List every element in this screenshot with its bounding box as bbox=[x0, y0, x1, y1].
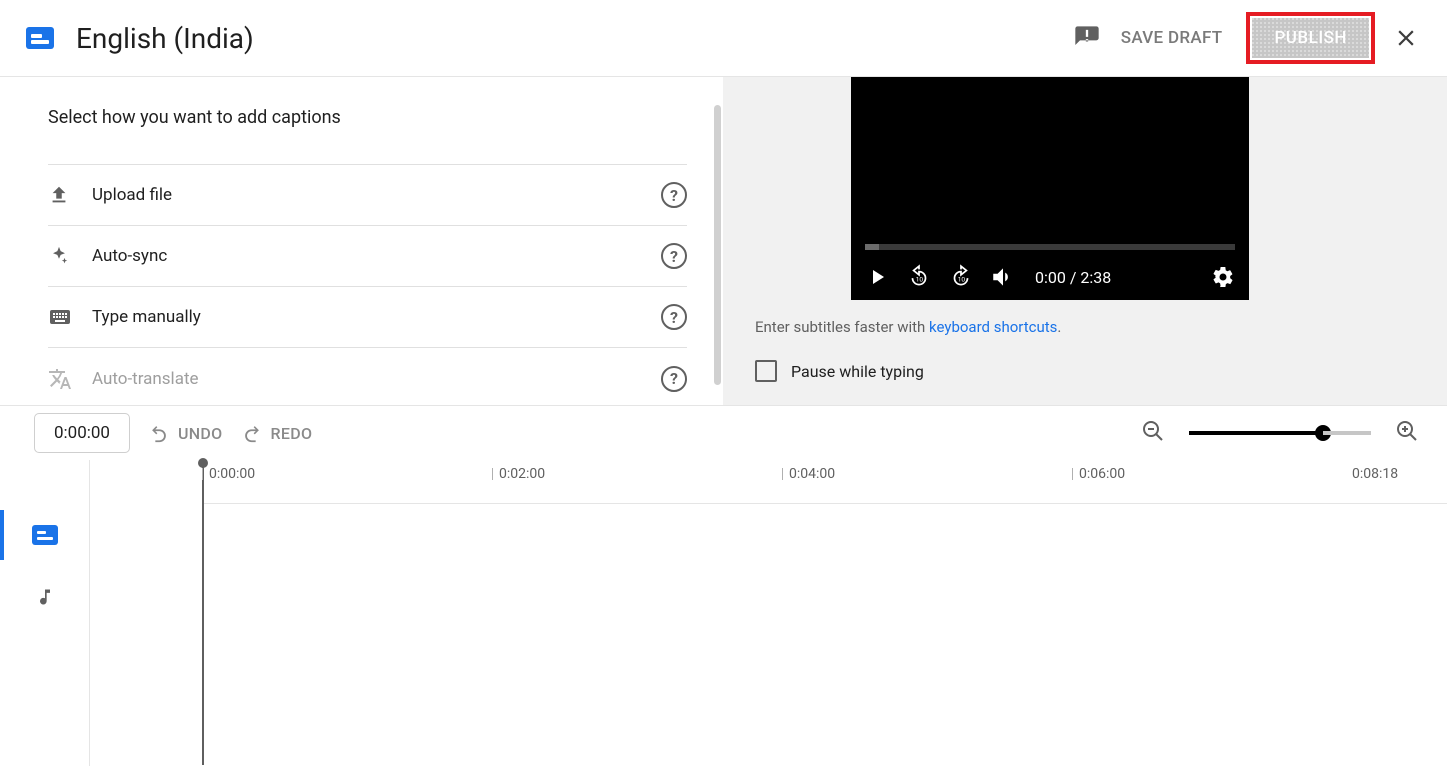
track-tab-captions[interactable] bbox=[0, 504, 89, 566]
caption-method-panel: Select how you want to add captions Uplo… bbox=[0, 77, 723, 405]
option-auto-sync[interactable]: Auto-sync ? bbox=[48, 226, 687, 287]
option-label: Auto-translate bbox=[92, 369, 661, 389]
music-note-icon bbox=[35, 586, 55, 608]
publish-button[interactable]: PUBLISH bbox=[1252, 18, 1369, 58]
video-player[interactable]: 10 10 0:00 / 2:38 bbox=[851, 77, 1249, 300]
svg-text:10: 10 bbox=[958, 275, 966, 283]
header: English (India) SAVE DRAFT PUBLISH bbox=[0, 0, 1447, 77]
caption-method-list: Upload file ? Auto-sync ? Type manually … bbox=[48, 164, 687, 405]
option-auto-translate: Auto-translate ? bbox=[48, 348, 687, 405]
panel-heading: Select how you want to add captions bbox=[48, 107, 687, 128]
track-tab-rail bbox=[0, 460, 90, 766]
option-type-manually[interactable]: Type manually ? bbox=[48, 287, 687, 348]
keyboard-shortcuts-link[interactable]: keyboard shortcuts bbox=[929, 318, 1057, 336]
language-title: English (India) bbox=[76, 22, 254, 55]
option-label: Upload file bbox=[92, 185, 661, 205]
zoom-in-icon[interactable] bbox=[1395, 419, 1419, 447]
subtitles-icon bbox=[26, 27, 54, 49]
pause-while-typing-checkbox[interactable] bbox=[755, 360, 777, 382]
timeline[interactable]: 0:00:00 0:02:00 0:04:00 0:06:00 0:08:18 bbox=[90, 460, 1447, 766]
timecode-input[interactable]: 0:00:00 bbox=[34, 413, 130, 453]
timeline-tick: 0:06:00 bbox=[1072, 468, 1125, 480]
forward-10-icon[interactable]: 10 bbox=[947, 263, 975, 291]
timeline-ruler[interactable]: 0:00:00 0:02:00 0:04:00 0:06:00 0:08:18 bbox=[202, 460, 1447, 504]
help-icon[interactable]: ? bbox=[661, 304, 687, 330]
option-label: Auto-sync bbox=[92, 246, 661, 266]
help-icon[interactable]: ? bbox=[661, 366, 687, 392]
preview-panel: 10 10 0:00 / 2:38 Enter subtitles faster… bbox=[723, 77, 1447, 405]
timeline-tick: 0:00:00 bbox=[202, 468, 255, 480]
subtitles-icon bbox=[32, 525, 58, 545]
close-icon bbox=[1393, 25, 1419, 51]
volume-icon[interactable] bbox=[989, 263, 1017, 291]
help-icon[interactable]: ? bbox=[661, 243, 687, 269]
save-draft-button[interactable]: SAVE DRAFT bbox=[1101, 18, 1243, 58]
redo-icon bbox=[241, 422, 263, 444]
timeline-tick: 0:08:18 bbox=[1352, 468, 1398, 480]
svg-text:10: 10 bbox=[916, 275, 924, 283]
keyboard-icon bbox=[48, 305, 92, 329]
close-button[interactable] bbox=[1393, 18, 1419, 58]
track-tab-audio[interactable] bbox=[0, 566, 89, 628]
keyboard-shortcut-hint: Enter subtitles faster with keyboard sho… bbox=[755, 318, 1447, 336]
undo-icon bbox=[148, 422, 170, 444]
publish-highlight: PUBLISH bbox=[1246, 12, 1375, 64]
pause-while-typing-label: Pause while typing bbox=[791, 362, 924, 381]
feedback-button[interactable] bbox=[1073, 18, 1101, 58]
timeline-tick: 0:02:00 bbox=[492, 468, 545, 480]
play-icon[interactable] bbox=[863, 263, 891, 291]
zoom-out-icon[interactable] bbox=[1141, 419, 1165, 447]
timeline-toolbar: 0:00:00 UNDO REDO bbox=[0, 406, 1447, 460]
video-controls: 10 10 0:00 / 2:38 bbox=[851, 254, 1249, 300]
playhead[interactable] bbox=[202, 462, 204, 765]
option-label: Type manually bbox=[92, 307, 661, 327]
redo-button[interactable]: REDO bbox=[241, 422, 313, 444]
replay-10-icon[interactable]: 10 bbox=[905, 263, 933, 291]
timeline-tick: 0:04:00 bbox=[782, 468, 835, 480]
zoom-slider[interactable] bbox=[1189, 431, 1371, 435]
help-icon[interactable]: ? bbox=[661, 182, 687, 208]
upload-icon bbox=[48, 184, 92, 206]
video-time-display: 0:00 / 2:38 bbox=[1035, 268, 1111, 287]
translate-icon bbox=[48, 367, 92, 391]
video-progress-bar[interactable] bbox=[865, 244, 1235, 250]
undo-button[interactable]: UNDO bbox=[148, 422, 223, 444]
sparkle-icon bbox=[48, 245, 92, 267]
option-upload-file[interactable]: Upload file ? bbox=[48, 165, 687, 226]
zoom-slider-thumb[interactable] bbox=[1315, 425, 1331, 441]
feedback-icon bbox=[1073, 24, 1101, 52]
settings-gear-icon[interactable] bbox=[1209, 263, 1237, 291]
